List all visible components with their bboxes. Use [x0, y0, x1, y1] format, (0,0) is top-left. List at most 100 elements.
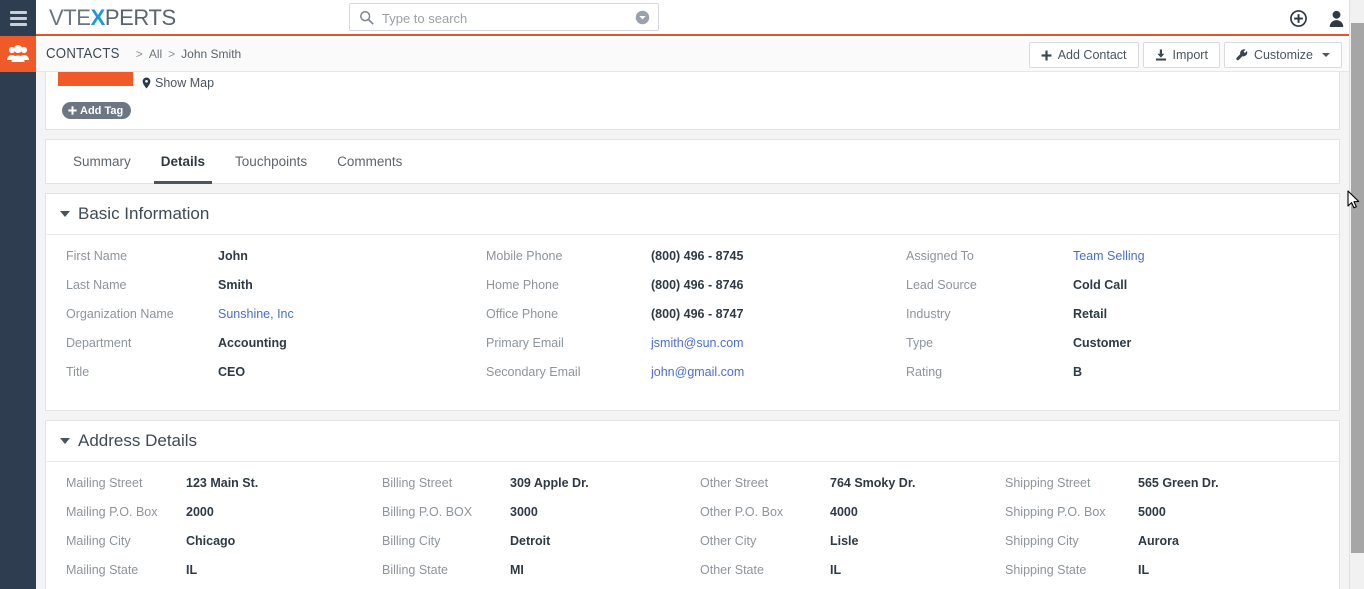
field-row-department: Department Accounting: [66, 336, 486, 365]
field-value-lead-source[interactable]: Cold Call: [1073, 278, 1127, 292]
add-contact-button[interactable]: Add Contact: [1028, 42, 1139, 68]
field-value-mailing-state[interactable]: IL: [186, 563, 197, 577]
field-label-mailing-city: Mailing City: [66, 534, 131, 548]
field-value-mailing-street[interactable]: 123 Main St.: [186, 476, 258, 490]
field-label-title: Title: [66, 365, 90, 379]
field-row-first-name: First Name John: [66, 249, 486, 278]
field-label-other-city: Other City: [700, 534, 757, 548]
field-row-lead-source: Lead Source Cold Call: [906, 278, 1326, 307]
field-value-industry[interactable]: Retail: [1073, 307, 1107, 321]
chevron-down-icon: [1322, 53, 1330, 57]
field-value-mailing-city[interactable]: Chicago: [186, 534, 235, 548]
field-value-mobile-phone[interactable]: (800) 496 - 8745: [651, 249, 743, 263]
field-value-department[interactable]: Accounting: [218, 336, 287, 350]
section-address-details: Address Details Mailing Street 123 Main …: [45, 420, 1340, 589]
field-row-organization-name: Organization Name Sunshine, Inc: [66, 307, 486, 336]
search-input[interactable]: [380, 4, 629, 32]
field-row-other-street: Other Street 764 Smoky Dr.: [700, 476, 1005, 505]
field-value-billing-state[interactable]: MI: [510, 563, 524, 577]
field-value-first-name[interactable]: John: [218, 249, 248, 263]
hamburger-menu-icon: [9, 8, 27, 29]
section-address-details-header[interactable]: Address Details: [46, 421, 1339, 462]
user-avatar-icon[interactable]: [1329, 10, 1344, 27]
field-value-secondary-email[interactable]: john@gmail.com: [651, 365, 744, 379]
field-value-shipping-street[interactable]: 565 Green Dr.: [1138, 476, 1219, 490]
breadcrumb-list-all[interactable]: All: [149, 47, 162, 61]
field-value-other-city[interactable]: Lisle: [830, 534, 859, 548]
chevron-down-circle-icon[interactable]: [635, 10, 650, 25]
plus-circle-icon[interactable]: [1290, 9, 1307, 27]
field-value-billing-street[interactable]: 309 Apple Dr.: [510, 476, 589, 490]
field-value-shipping-po-box[interactable]: 5000: [1138, 505, 1166, 519]
breadcrumb-module[interactable]: CONTACTS: [46, 45, 120, 62]
field-value-shipping-city[interactable]: Aurora: [1138, 534, 1179, 548]
field-value-organization-name[interactable]: Sunshine, Inc: [218, 307, 294, 321]
record-color-tag: [58, 72, 133, 86]
field-column-1: First Name John Last Name Smith Organiza…: [46, 249, 486, 394]
field-label-home-phone: Home Phone: [486, 278, 559, 292]
import-button[interactable]: Import: [1142, 42, 1220, 68]
field-value-mailing-po-box[interactable]: 2000: [186, 505, 214, 519]
field-label-shipping-state: Shipping State: [1005, 563, 1087, 577]
import-label: Import: [1172, 48, 1208, 62]
tab-details-label: Details: [160, 154, 206, 169]
field-row-shipping-street: Shipping Street 565 Green Dr.: [1005, 476, 1325, 505]
field-label-assigned-to: Assigned To: [906, 249, 974, 263]
field-label-other-po-box: Other P.O. Box: [700, 505, 784, 519]
field-label-billing-city: Billing City: [382, 534, 441, 548]
field-value-rating[interactable]: B: [1073, 365, 1082, 379]
show-map-link[interactable]: Show Map: [142, 76, 214, 90]
add-tag-button[interactable]: Add Tag: [62, 102, 132, 119]
collapse-triangle-icon[interactable]: [60, 211, 70, 217]
section-basic-information-header[interactable]: Basic Information: [46, 194, 1339, 235]
field-row-title: Title CEO: [66, 365, 486, 394]
app-logo[interactable]: VTEXPERTS: [49, 5, 176, 31]
record-detail-content: Show Map Add Tag Summary Details Touchpo…: [36, 72, 1349, 589]
field-label-mailing-state: Mailing State: [66, 563, 139, 577]
wrench-icon: [1236, 49, 1248, 61]
sidebar-item-contacts[interactable]: [0, 36, 36, 72]
field-value-billing-city[interactable]: Detroit: [510, 534, 550, 548]
field-label-industry: Industry: [906, 307, 951, 321]
field-label-shipping-street: Shipping Street: [1005, 476, 1091, 490]
hamburger-menu-button[interactable]: [0, 0, 36, 36]
top-navigation-bar: VTEXPERTS: [36, 0, 1364, 36]
field-value-office-phone[interactable]: (800) 496 - 8747: [651, 307, 743, 321]
field-label-other-street: Other Street: [700, 476, 769, 490]
field-row-industry: Industry Retail: [906, 307, 1326, 336]
add-tag-label: Add Tag: [80, 104, 124, 117]
field-value-other-street[interactable]: 764 Smoky Dr.: [830, 476, 915, 490]
page-scrollbar-track[interactable]: [1349, 0, 1364, 589]
field-value-billing-po-box[interactable]: 3000: [510, 505, 538, 519]
field-value-other-po-box[interactable]: 4000: [830, 505, 858, 519]
field-row-rating: Rating B: [906, 365, 1326, 394]
tab-comments[interactable]: Comments: [322, 140, 417, 183]
field-value-primary-email[interactable]: jsmith@sun.com: [651, 336, 744, 350]
field-value-home-phone[interactable]: (800) 496 - 8746: [651, 278, 743, 292]
field-row-shipping-po-box: Shipping P.O. Box 5000: [1005, 505, 1325, 534]
customize-button[interactable]: Customize: [1223, 42, 1342, 68]
field-value-other-state[interactable]: IL: [830, 563, 841, 577]
global-search-box[interactable]: [349, 3, 659, 32]
field-value-last-name[interactable]: Smith: [218, 278, 253, 292]
collapse-triangle-icon[interactable]: [60, 438, 70, 444]
field-column-2: Mobile Phone (800) 496 - 8745 Home Phone…: [486, 249, 906, 394]
field-value-shipping-state[interactable]: IL: [1138, 563, 1149, 577]
app-window: VTEXPERTS CON: [0, 0, 1364, 589]
field-label-department: Department: [66, 336, 132, 350]
tab-details[interactable]: Details: [146, 140, 220, 184]
field-label-billing-state: Billing State: [382, 563, 449, 577]
breadcrumb-separator-2: >: [168, 47, 176, 61]
field-label-secondary-email: Secondary Email: [486, 365, 581, 379]
field-value-type[interactable]: Customer: [1073, 336, 1131, 350]
field-row-secondary-email: Secondary Email john@gmail.com: [486, 365, 906, 394]
page-scrollbar-thumb[interactable]: [1351, 23, 1364, 553]
field-label-shipping-city: Shipping City: [1005, 534, 1079, 548]
field-value-title[interactable]: CEO: [218, 365, 245, 379]
field-value-assigned-to[interactable]: Team Selling: [1073, 249, 1145, 263]
tab-summary[interactable]: Summary: [58, 140, 146, 183]
section-address-details-body: Mailing Street 123 Main St. Mailing P.O.…: [46, 462, 1339, 589]
field-label-primary-email: Primary Email: [486, 336, 564, 350]
logo-text-x: X: [90, 5, 106, 30]
tab-touchpoints[interactable]: Touchpoints: [220, 140, 322, 183]
